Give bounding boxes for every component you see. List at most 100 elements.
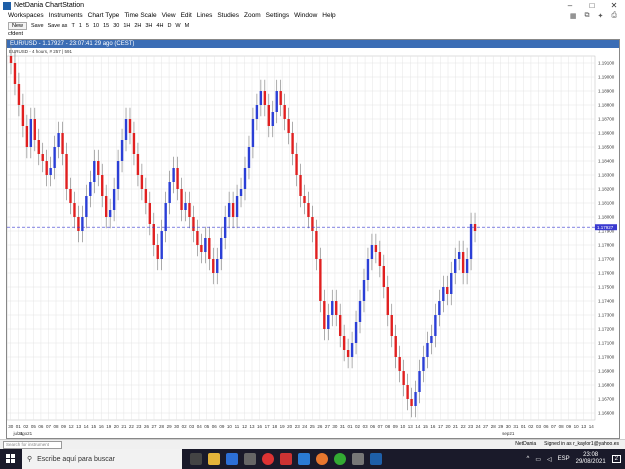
candle (430, 336, 433, 343)
candle (160, 231, 163, 259)
toolbar: New Save Save as T 1 5 10 15 30 1H 2H 3H 4H D W M (0, 21, 625, 30)
y-tick-label: 1.16900 (598, 369, 615, 374)
timeframe-m[interactable]: M (185, 23, 190, 29)
timeframe-30[interactable]: 30 (113, 23, 119, 29)
spotify-icon[interactable] (334, 453, 346, 465)
new-button[interactable]: New (8, 21, 28, 30)
timeframe-4h[interactable]: 4H (156, 23, 163, 29)
x-tick-label: 26 (144, 424, 150, 429)
menu-item-zoom[interactable]: Zoom (244, 12, 261, 21)
maximize-button[interactable]: □ (581, 0, 603, 12)
x-tick-label: 06 (38, 424, 44, 429)
menu-item-window[interactable]: Window (294, 12, 317, 21)
volume-icon[interactable]: ◁ (547, 456, 552, 463)
x-tick-label: 23 (295, 424, 301, 429)
menu-item-view[interactable]: View (162, 12, 176, 21)
y-tick-label: 1.18100 (598, 201, 615, 206)
opera-icon[interactable] (262, 453, 274, 465)
close-button[interactable]: ✕ (603, 0, 625, 12)
x-tick-label: 29 (167, 424, 173, 429)
candle (140, 175, 144, 189)
chart-window: EUR/USD - 1.17927 - 23:07:41 29 ago (CES… (6, 39, 620, 439)
x-tick-label: 21 (121, 424, 127, 429)
menu-item-edit[interactable]: Edit (181, 12, 192, 21)
office-icon[interactable] (280, 453, 292, 465)
language-icon[interactable]: ESP (558, 456, 570, 462)
menu-item-settings[interactable]: Settings (266, 12, 290, 21)
candle (116, 161, 120, 189)
notification-icon[interactable]: 2 (611, 455, 621, 463)
candle (148, 203, 152, 224)
save-button[interactable]: Save (31, 23, 44, 29)
candlestick-chart[interactable]: 30 01 02 05 06 07 08 09 12 13 14 15 16 19 20 21 22 23 26 27… (7, 40, 619, 438)
app-icon-extra[interactable] (352, 453, 364, 465)
tray-arrow-icon[interactable]: ^ (526, 456, 529, 462)
candle (85, 196, 88, 217)
clock[interactable]: 23:08 29/08/2021 (576, 452, 606, 466)
menu-item-time-scale[interactable]: Time Scale (124, 12, 156, 21)
network-icon[interactable]: ▭ (535, 456, 541, 463)
menu-item-lines[interactable]: Lines (197, 12, 213, 21)
month-label: ago21 (20, 431, 33, 436)
x-tick-label: 30 (174, 424, 180, 429)
minimize-button[interactable]: – (559, 0, 581, 12)
timeframe-10[interactable]: 10 (93, 23, 99, 29)
y-tick-label: 1.18600 (598, 131, 615, 136)
save-as-button[interactable]: Save as (48, 23, 68, 29)
y-tick-label: 1.19000 (598, 75, 615, 80)
x-tick-label: 11 (235, 424, 240, 429)
menu-item-chart-type[interactable]: Chart Type (88, 12, 120, 21)
tile-icon[interactable]: ⧉ (585, 12, 590, 20)
netdania-taskbar-icon[interactable] (370, 453, 382, 465)
y-tick-label: 1.18500 (598, 145, 615, 150)
candle (362, 280, 366, 301)
taskbar-search-input[interactable]: ⚲ Escribe aquí para buscar (22, 449, 182, 469)
timeframe-t[interactable]: T (71, 23, 74, 29)
x-tick-label: 27 (483, 424, 489, 429)
menu-item-workspaces[interactable]: Workspaces (8, 12, 44, 21)
candle (291, 133, 294, 154)
store-icon[interactable] (226, 453, 238, 465)
edge-icon[interactable] (298, 453, 310, 465)
x-tick-label: 07 (378, 424, 384, 429)
y-tick-label: 1.18900 (598, 89, 615, 94)
layout-icon[interactable]: ▦ (570, 12, 577, 20)
instrument-search-input[interactable]: Search for instrument (3, 441, 62, 449)
x-tick-label: 07 (46, 424, 52, 429)
menu-item-instruments[interactable]: Instruments (49, 12, 83, 21)
timeframe-1[interactable]: 1 (79, 23, 82, 29)
x-tick-label: 13 (249, 424, 255, 429)
file-explorer-icon[interactable] (208, 453, 220, 465)
candle (172, 168, 175, 182)
x-tick-label: 05 (204, 424, 210, 429)
candle (235, 196, 239, 217)
timeframe-3h[interactable]: 3H (145, 23, 152, 29)
x-tick-label: 08 (559, 424, 565, 429)
candle (394, 336, 397, 357)
calculator-icon[interactable] (244, 453, 256, 465)
y-tick-label: 1.18200 (598, 187, 615, 192)
windows-start-icon[interactable] (0, 449, 22, 469)
y-tick-label: 1.17100 (598, 341, 615, 346)
instrument-selector[interactable]: cfdent (8, 31, 23, 37)
timeframe-d[interactable]: D (167, 23, 171, 29)
star-icon[interactable]: ✦ (598, 12, 604, 20)
candle (402, 371, 405, 385)
timeframe-2h[interactable]: 2H (134, 23, 141, 29)
candle (184, 203, 187, 210)
print-icon[interactable]: ⎙ (611, 12, 617, 20)
timeframe-1h[interactable]: 1H (123, 23, 130, 29)
candle (327, 315, 330, 329)
candle (465, 259, 469, 273)
menu-item-studies[interactable]: Studies (217, 12, 239, 21)
candle (97, 161, 100, 175)
timeframe-5[interactable]: 5 (86, 23, 89, 29)
timeframe-w[interactable]: W (175, 23, 180, 29)
task-view-icon[interactable] (190, 453, 202, 465)
menu-item-help[interactable]: Help (322, 12, 335, 21)
title-bar: NetDania ChartStation – □ ✕ (0, 0, 625, 12)
brand-label: NetDania (515, 441, 537, 447)
timeframe-15[interactable]: 15 (103, 23, 109, 29)
y-tick-label: 1.19100 (598, 61, 615, 66)
firefox-icon[interactable] (316, 453, 328, 465)
